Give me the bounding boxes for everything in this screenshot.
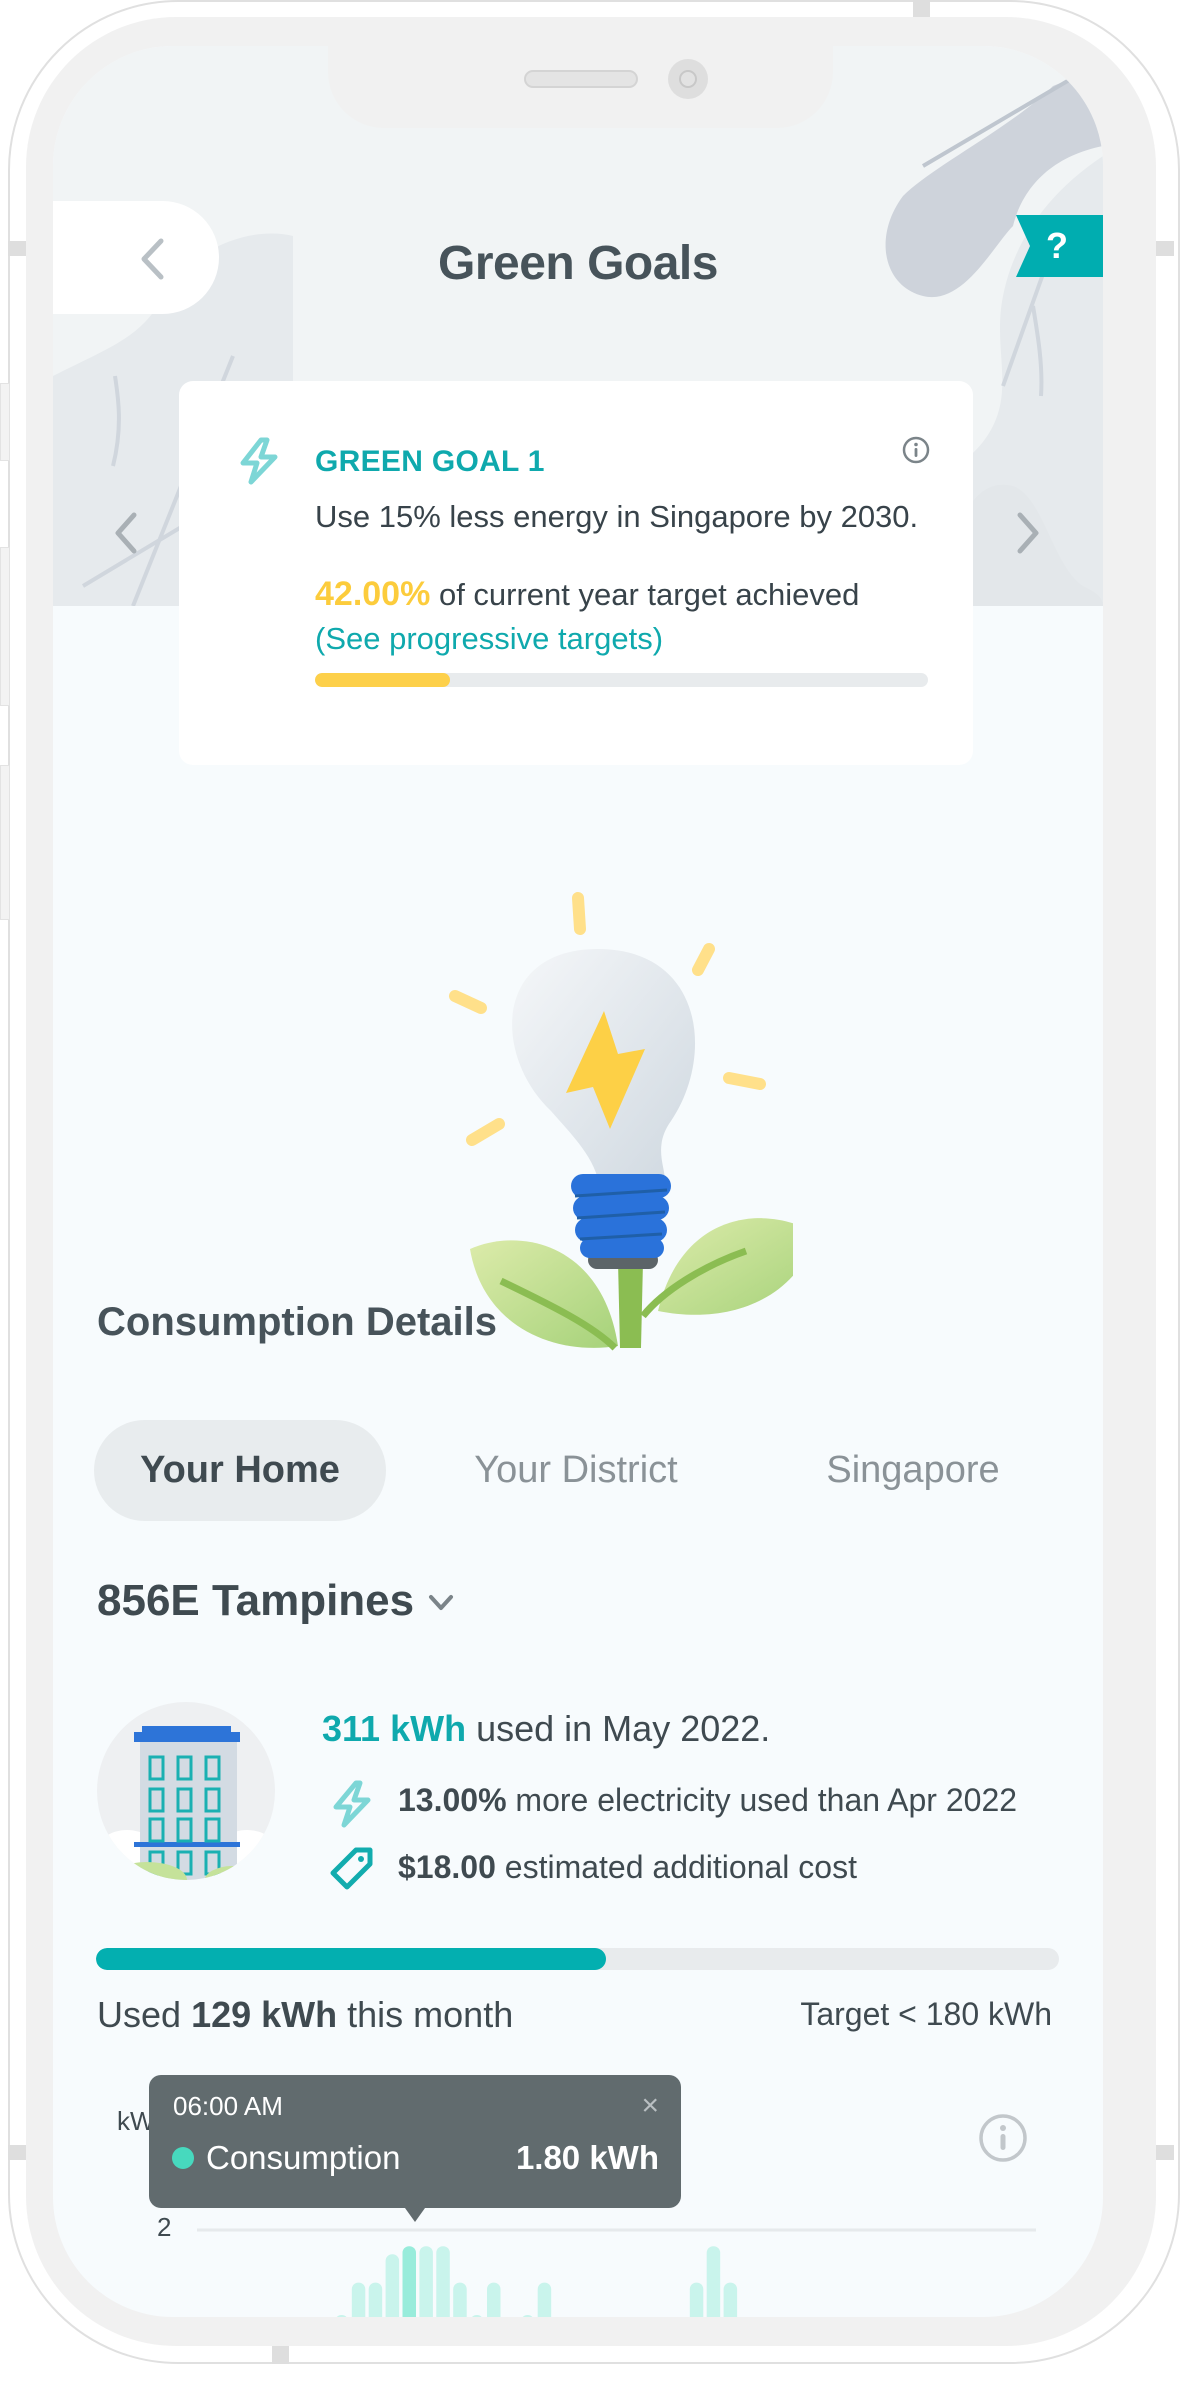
frame-antenna-line — [272, 2346, 289, 2364]
phone-side-button — [0, 383, 10, 461]
chart-bar[interactable] — [351, 2282, 366, 2317]
tooltip-series-name: Consumption — [206, 2139, 401, 2176]
chart-bar[interactable] — [419, 2246, 433, 2317]
frame-antenna-line — [1156, 241, 1174, 256]
chart-bar[interactable] — [335, 2315, 349, 2317]
frame-antenna-line — [8, 241, 26, 256]
series-color-dot — [172, 2147, 194, 2169]
chart-bar[interactable] — [723, 2282, 738, 2317]
phone-volume-up-button — [0, 547, 10, 706]
frame-antenna-line — [8, 2145, 26, 2160]
tooltip-value: 1.80 kWh — [515, 2139, 659, 2176]
chart-bar[interactable] — [402, 2246, 417, 2317]
app-screen: Green Goals ? GREEN GOAL 1 Use 15% less … — [53, 46, 1103, 2317]
tooltip-close-button[interactable]: × — [641, 2089, 659, 2123]
frame-antenna-line — [913, 0, 930, 17]
chart-y-tick: 2 — [157, 2212, 172, 2242]
phone-volume-down-button — [0, 765, 10, 920]
chart-bar[interactable] — [368, 2282, 383, 2317]
chart-info-icon[interactable] — [978, 2113, 1028, 2163]
consumption-chart — [197, 2228, 1036, 2317]
tooltip-time: 06:00 AM — [173, 2091, 283, 2121]
chart-tooltip: 06:00 AM × Consumption 1.80 kWh — [149, 2075, 681, 2222]
frame-antenna-line — [1156, 2145, 1174, 2160]
chart-bar[interactable] — [521, 2315, 535, 2317]
chart-bar[interactable] — [436, 2246, 450, 2317]
chart-bar[interactable] — [385, 2254, 400, 2317]
chart-bar[interactable] — [537, 2282, 552, 2317]
chart-bar[interactable] — [487, 2282, 501, 2317]
chart-bar[interactable] — [706, 2246, 721, 2317]
chart-bar[interactable] — [470, 2315, 484, 2317]
chart-bar[interactable] — [689, 2282, 704, 2317]
chart-bar[interactable] — [453, 2282, 467, 2317]
